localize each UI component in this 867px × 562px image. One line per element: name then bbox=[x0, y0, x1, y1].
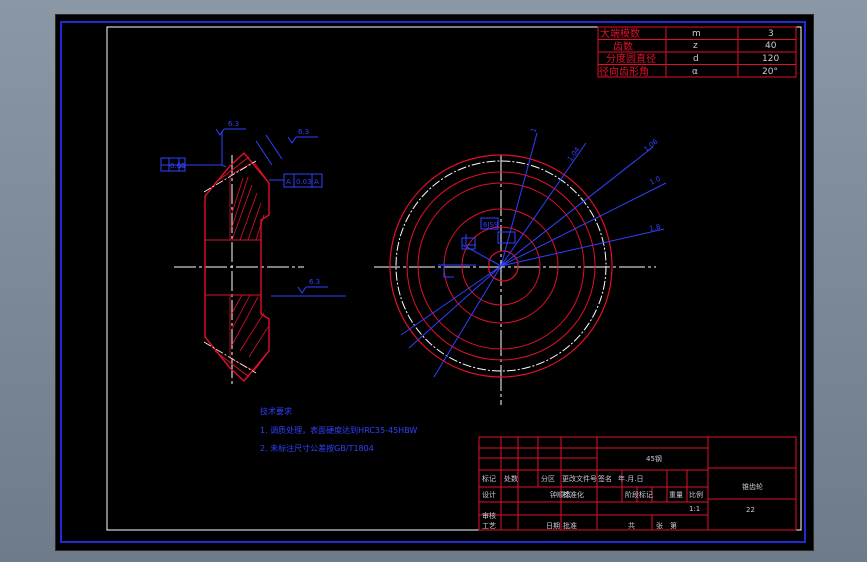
tb-design: 设计 bbox=[482, 490, 496, 499]
tb-page: 第 bbox=[670, 521, 677, 530]
tb-signer: 钟顺杰 bbox=[550, 490, 571, 499]
roughness-label-c: 6.3 bbox=[309, 278, 320, 286]
drawing-canvas: 大端模数 齿数 分度圆直径 径向齿形角 m z d α 3 40 120 20° bbox=[60, 21, 806, 543]
cad-viewport[interactable]: 大端模数 齿数 分度圆直径 径向齿形角 m z d α 3 40 120 20° bbox=[55, 14, 814, 551]
tb-weight: 重量 bbox=[669, 491, 683, 499]
tb-total: 共 bbox=[628, 521, 635, 530]
notes-line-1: 1. 调质处理，表面硬度达到HRC35-45HBW bbox=[260, 425, 417, 435]
param-value-3: 120 bbox=[762, 54, 779, 64]
param-label-1: 大端模数 bbox=[600, 27, 640, 40]
param-value-1: 3 bbox=[768, 29, 774, 39]
tb-approve: 批准 bbox=[563, 521, 577, 530]
tb-material: 45钢 bbox=[646, 454, 662, 463]
param-label-2: 齿数 bbox=[613, 40, 633, 53]
tb-zone: 分区 bbox=[541, 474, 555, 483]
notes-line-2: 2. 未标注尺寸公差按GB/T1804 bbox=[260, 443, 374, 453]
parameter-table-values: m z d α 3 40 120 20° bbox=[692, 29, 779, 77]
param-value-2: 40 bbox=[765, 41, 777, 51]
param-symbol-1: m bbox=[692, 29, 701, 39]
datum-a-label: A bbox=[286, 178, 291, 186]
tb-stage: 阶段标记 bbox=[625, 490, 653, 499]
param-symbol-3: d bbox=[693, 54, 699, 64]
tb-doc-no: 更改文件号 bbox=[562, 474, 597, 483]
tb-mark: 标记 bbox=[482, 474, 496, 483]
param-symbol-2: z bbox=[693, 41, 698, 51]
tb-review: 审核 bbox=[482, 511, 496, 520]
tb-ymd: 年.月.日 bbox=[618, 474, 643, 483]
radial-label-1: 1 bbox=[529, 127, 538, 134]
tb-sign: 签名 bbox=[598, 474, 612, 483]
param-label-4: 径向齿形角 bbox=[599, 65, 649, 78]
radial-dimension-text: 1 1.04 1.06 1.0 1.8 6JS9 bbox=[483, 127, 662, 233]
roughness-label-a: 6.3 bbox=[228, 120, 239, 128]
param-label-3: 分度圆直径 bbox=[606, 52, 656, 65]
section-view bbox=[174, 151, 304, 387]
outer-frame bbox=[60, 21, 806, 543]
tb-scale-value: 1:1 bbox=[689, 505, 700, 513]
tolerance-left-datum: A bbox=[180, 162, 185, 170]
tb-drawing-no: 22 bbox=[746, 506, 755, 514]
inner-frame bbox=[106, 26, 802, 531]
tb-date-label: 日期 bbox=[546, 522, 560, 530]
notes-heading: 技术要求 bbox=[260, 406, 292, 416]
section-annotations bbox=[160, 128, 346, 297]
param-symbol-4: α bbox=[692, 67, 698, 77]
tb-ratio: 比例 bbox=[689, 490, 703, 499]
roughness-label-b: 6.3 bbox=[298, 128, 309, 136]
tb-count: 处数 bbox=[504, 474, 518, 483]
radial-label-5: 1.8 bbox=[649, 223, 662, 233]
tb-part-name: 锥齿轮 bbox=[742, 482, 763, 491]
tolerance-right-datum: A bbox=[314, 178, 319, 186]
tolerance-right-value: 0.03 bbox=[296, 178, 312, 186]
param-value-4: 20° bbox=[762, 67, 778, 77]
front-view bbox=[374, 154, 656, 405]
radial-label-3: 1.06 bbox=[642, 137, 660, 153]
radial-label-2: 1.04 bbox=[566, 145, 582, 163]
tb-sheet: 张 bbox=[656, 521, 663, 530]
technical-notes: 技术要求 1. 调质处理，表面硬度达到HRC35-45HBW 2. 未标注尺寸公… bbox=[260, 406, 417, 453]
tb-process: 工艺 bbox=[482, 522, 496, 530]
keyway-label: 6JS9 bbox=[483, 221, 498, 229]
radial-label-4: 1.0 bbox=[648, 175, 662, 187]
radial-dimensions bbox=[400, 132, 667, 378]
